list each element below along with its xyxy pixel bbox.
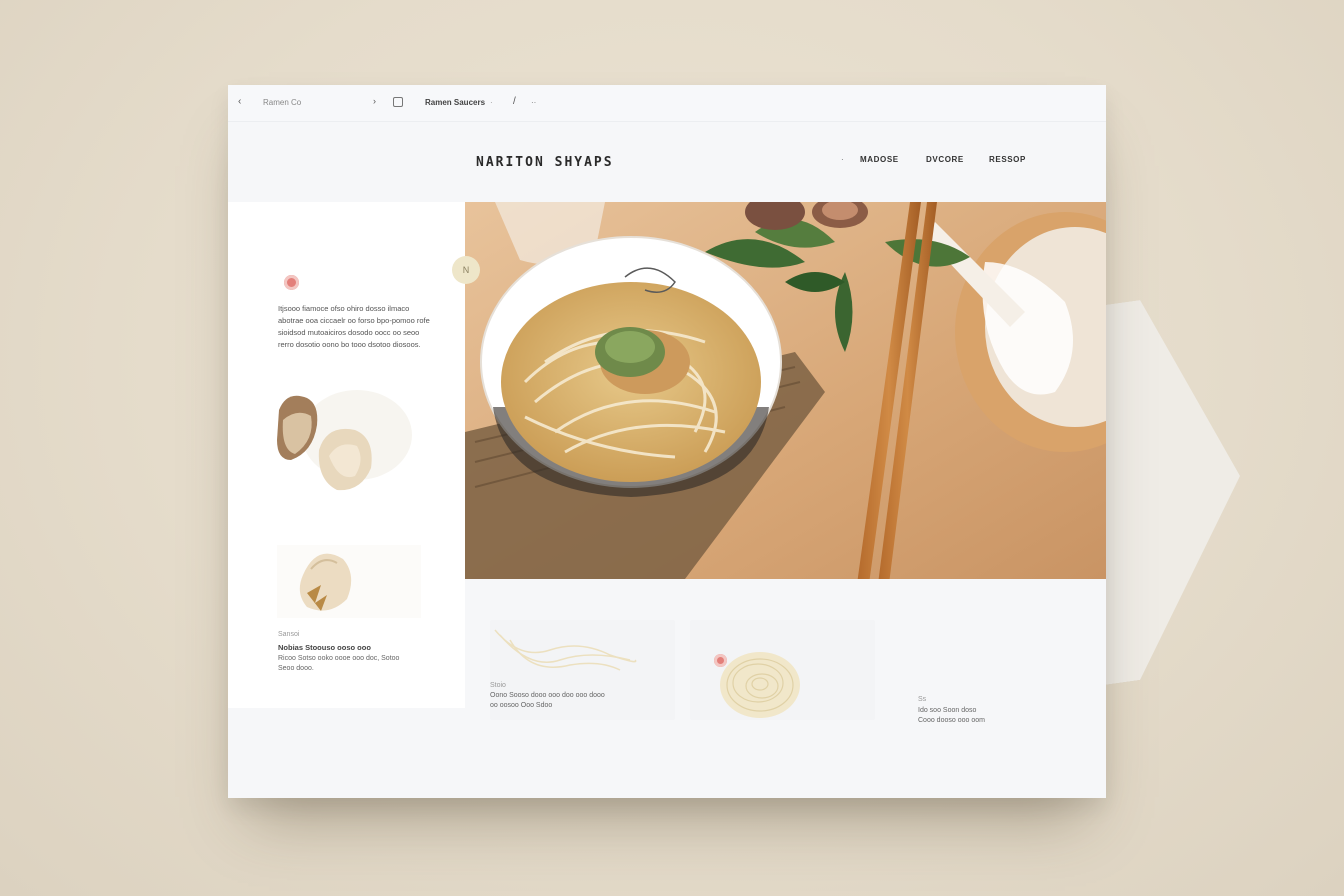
address-bar[interactable]: Ramen Co	[263, 98, 301, 107]
card-three-text: Ido soo Soon doso Cooo dooso ooo oom	[918, 707, 985, 724]
nav-item-2[interactable]: DVCORE	[926, 155, 964, 164]
browser-toolbar: ‹ Ramen Co › Ramen Saucers · / ··	[228, 85, 1106, 122]
intro-paragraph: Itjsooo fiamoce ofso ohiro dosso ilmaco …	[278, 304, 430, 349]
nav-item-1[interactable]: MADOSE	[860, 155, 899, 164]
tab-title[interactable]: Ramen Saucers	[425, 98, 485, 107]
back-arrow-icon[interactable]: ‹	[238, 96, 241, 107]
nav-marker: ·	[841, 155, 845, 164]
pin-badge[interactable]: N	[452, 256, 480, 284]
forward-chevron-icon[interactable]: ›	[373, 96, 376, 106]
card-three-small: Ss	[918, 696, 927, 703]
card-two-red-badge-icon	[714, 654, 727, 667]
feature-caption-title: Nobias Stoouso ooso ooo	[278, 643, 371, 652]
site-logo[interactable]: NARITON SHYAPS	[476, 155, 614, 170]
pencil-icon[interactable]: /	[513, 96, 516, 107]
tab-square-icon[interactable]	[393, 97, 403, 107]
dumpling-photo-2[interactable]	[277, 545, 421, 618]
left-column: Itjsooo fiamoce ofso ohiro dosso ilmaco …	[228, 202, 465, 708]
more-icon[interactable]: ··	[531, 98, 536, 107]
dumpling-photo[interactable]	[277, 380, 421, 545]
feature-caption-small: Sansoi	[278, 631, 300, 638]
card-noodle-nest[interactable]	[690, 620, 875, 720]
hero-ramen-photo[interactable]	[465, 202, 1106, 579]
red-badge-icon	[284, 275, 299, 290]
nav-item-3[interactable]: RESSOP	[989, 155, 1026, 164]
site-header: NARITON SHYAPS · MADOSE DVCORE RESSOP	[228, 122, 1106, 202]
card-one-text: Oono Sooso dooo ooo doo ooo dooo oo ooso…	[490, 692, 605, 709]
feature-caption-text: Ricoo Sotso ooko oooe ooo doc, Sotoo Seo…	[278, 655, 400, 672]
tab-dot: ·	[490, 98, 493, 107]
card-one-small: Stoio	[490, 682, 506, 689]
browser-window: ‹ Ramen Co › Ramen Saucers · / ·· NARITO…	[228, 85, 1106, 798]
